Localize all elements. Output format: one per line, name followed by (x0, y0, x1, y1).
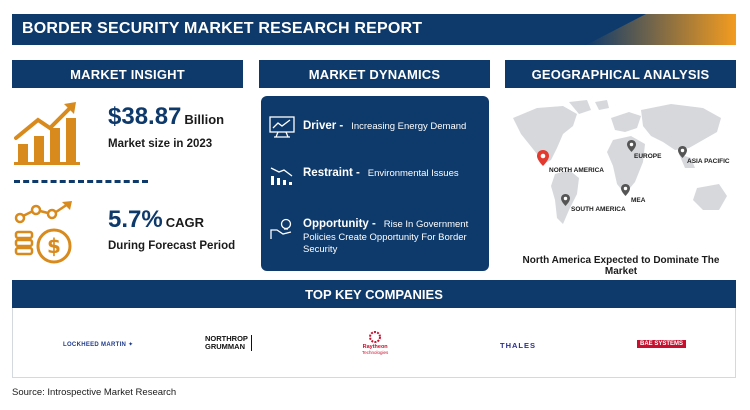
hand-bulb-icon (270, 218, 292, 239)
driver-text: Increasing Energy Demand (351, 121, 467, 132)
world-map: NORTH AMERICA EUROPE ASIA PACIFIC SOUTH … (507, 96, 735, 251)
opportunity-key: Opportunity - (303, 218, 376, 230)
restraint-text: Environmental Issues (367, 168, 459, 179)
decline-bars-icon (270, 167, 293, 185)
raytheon-technologies-logo: Raytheon Technologies (362, 330, 388, 355)
south-america-pin-icon (561, 194, 570, 206)
geo-caption: North America Expected to Dominate The M… (522, 255, 720, 277)
source-note: Source: Introspective Market Research (12, 387, 177, 398)
market-size-unit: Billion (184, 112, 225, 127)
north-america-pin-icon (537, 150, 549, 166)
north-america-label: NORTH AMERICA (549, 167, 605, 174)
divider (14, 180, 148, 183)
cagr-unit: CAGR (165, 215, 204, 230)
cagr-label: During Forecast Period (108, 240, 236, 252)
asia-pacific-pin-icon (678, 146, 687, 158)
europe-pin-icon (627, 140, 636, 152)
cagr-value: 5.7% CAGR (108, 206, 204, 233)
northrop-grumman-logo: NORTHROP GRUMMAN (205, 335, 252, 351)
market-insight-header: MARKET INSIGHT (12, 60, 243, 88)
svg-text:$: $ (47, 234, 61, 258)
bae-systems-logo: BAE SYSTEMS (637, 340, 687, 348)
report-title-bar: BORDER SECURITY MARKET RESEARCH REPORT (12, 14, 736, 45)
lockheed-martin-logo: LOCKHEED MARTIN ✦ (63, 342, 134, 348)
restraint-row: Restraint - Environmental Issues (303, 167, 459, 181)
growth-chart-icon (14, 102, 80, 165)
thales-logo: THALES (500, 341, 536, 350)
raytheon-burst-icon (369, 331, 382, 343)
report-title: BORDER SECURITY MARKET RESEARCH REPORT (22, 20, 423, 37)
asia-pacific-label: ASIA PACIFIC (687, 158, 730, 165)
mea-label: MEA (631, 197, 646, 204)
market-size-label: Market size in 2023 (108, 138, 213, 150)
geographical-analysis-header: GEOGRAPHICAL ANALYSIS (505, 60, 736, 88)
market-dynamics-panel: Driver - Increasing Energy Demand Restra… (261, 96, 489, 271)
top-key-companies-header: TOP KEY COMPANIES (12, 280, 736, 308)
driver-key: Driver - (303, 120, 344, 132)
south-america-label: SOUTH AMERICA (571, 206, 626, 213)
driver-row: Driver - Increasing Energy Demand (303, 120, 466, 134)
monitor-chart-icon (269, 116, 295, 138)
restraint-key: Restraint - (303, 167, 360, 179)
mea-pin-icon (621, 184, 630, 196)
market-dynamics-header: MARKET DYNAMICS (259, 60, 490, 88)
opportunity-row: Opportunity - Rise In Government Policie… (303, 218, 485, 257)
world-map-graphic (513, 100, 727, 224)
market-size-value: $38.87 Billion (108, 103, 225, 130)
companies-logo-strip: LOCKHEED MARTIN ✦ NORTHROP GRUMMAN Rayth… (12, 308, 736, 378)
europe-label: EUROPE (634, 153, 662, 160)
dollar-coin-icon: $ (14, 201, 72, 264)
